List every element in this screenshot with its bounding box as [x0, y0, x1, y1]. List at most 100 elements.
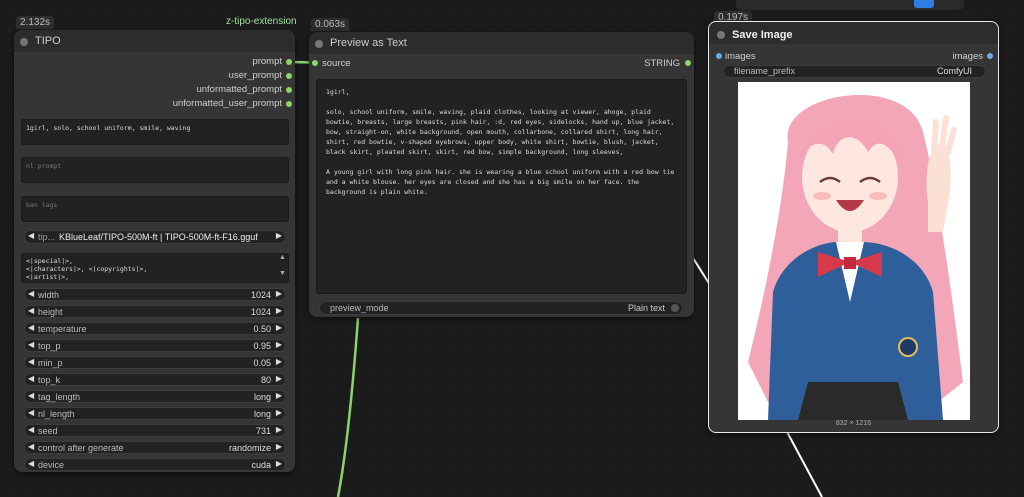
widget-value: cuda	[251, 460, 271, 470]
preview-text-para2: A young girl with long pink hair. she is…	[326, 168, 675, 196]
increment-arrow-icon[interactable]: ▶	[276, 357, 282, 366]
output-user-prompt-label: user_prompt	[228, 70, 282, 81]
decrement-arrow-icon[interactable]: ◀	[28, 425, 34, 434]
widget-label: seed	[38, 426, 58, 436]
increment-arrow-icon[interactable]: ▶	[276, 459, 282, 468]
preview-collapse-dot[interactable]	[315, 40, 323, 48]
source-input-dot[interactable]	[312, 60, 318, 66]
decrement-arrow-icon[interactable]: ◀	[28, 357, 34, 366]
preview-text-area[interactable]: 1girl, solo, school uniform, smile, wavi…	[316, 79, 687, 294]
format-scroll-up[interactable]: ▲	[279, 254, 286, 261]
decrement-arrow-icon[interactable]: ◀	[28, 374, 34, 383]
decrement-arrow-icon[interactable]: ◀	[28, 323, 34, 332]
decrement-arrow-icon[interactable]: ◀	[28, 306, 34, 315]
widget-width[interactable]: ◀ width 1024 ▶	[24, 288, 286, 301]
source-input-label: source	[322, 58, 351, 69]
image-preview[interactable]	[738, 82, 970, 420]
decrement-arrow-icon[interactable]: ◀	[28, 289, 34, 298]
images-output-label: images	[952, 51, 983, 62]
preview-mode-switch[interactable]	[671, 304, 679, 312]
widget-value: 731	[255, 426, 271, 436]
widget-nl-length[interactable]: ◀ nl_length long ▶	[24, 407, 286, 420]
widget-height[interactable]: ◀ height 1024 ▶	[24, 305, 286, 318]
widget-label: height	[38, 307, 63, 317]
increment-arrow-icon[interactable]: ▶	[276, 323, 282, 332]
preview-text-para1: solo, school uniform, smile, waving, pla…	[326, 108, 675, 156]
decrement-arrow-icon[interactable]: ◀	[28, 391, 34, 400]
widget-label: control after generate	[38, 443, 124, 453]
model-next-arrow[interactable]: ▶	[276, 231, 282, 240]
increment-arrow-icon[interactable]: ▶	[276, 306, 282, 315]
output-unformatted-prompt-dot[interactable]	[286, 87, 292, 93]
model-select[interactable]: ◀ tip... KBlueLeaf/TIPO-500M-ft | TIPO-5…	[24, 230, 286, 244]
images-output-dot[interactable]	[987, 53, 993, 59]
tipo-extension-label: z-tipo-extension	[226, 16, 297, 27]
increment-arrow-icon[interactable]: ▶	[276, 374, 282, 383]
save-image-node[interactable]: Save Image images images filename_prefix…	[708, 21, 999, 433]
images-input-dot[interactable]	[716, 53, 722, 59]
output-unformatted-user-prompt-dot[interactable]	[286, 101, 292, 107]
output-prompt-dot[interactable]	[286, 59, 292, 65]
widget-tag-length[interactable]: ◀ tag_length long ▶	[24, 390, 286, 403]
widget-top-k[interactable]: ◀ top_k 80 ▶	[24, 373, 286, 386]
tipo-title-bar[interactable]: TIPO	[14, 30, 295, 52]
increment-arrow-icon[interactable]: ▶	[276, 442, 282, 451]
preview-node[interactable]: Preview as Text source STRING 1girl, sol…	[309, 32, 694, 317]
preview-title-bar[interactable]: Preview as Text	[309, 32, 694, 54]
decrement-arrow-icon[interactable]: ◀	[28, 340, 34, 349]
widget-value: 0.50	[253, 324, 271, 334]
widget-value: 1024	[250, 290, 271, 300]
output-unformatted-prompt-label: unformatted_prompt	[196, 84, 282, 95]
increment-arrow-icon[interactable]: ▶	[276, 289, 282, 298]
output-user-prompt-dot[interactable]	[286, 73, 292, 79]
tipo-title: TIPO	[35, 35, 61, 47]
tags-textarea[interactable]: 1girl, solo, school uniform, smile, wavi…	[21, 119, 289, 145]
widget-label: temperature	[38, 324, 87, 334]
widget-top-p[interactable]: ◀ top_p 0.95 ▶	[24, 339, 286, 352]
widget-seed[interactable]: ◀ seed 731 ▶	[24, 424, 286, 437]
widget-value: randomize	[228, 443, 271, 453]
decrement-arrow-icon[interactable]: ◀	[28, 459, 34, 468]
widget-label: device	[38, 460, 65, 470]
filename-prefix-value: ComfyUI	[936, 66, 972, 76]
widget-control-after-generate[interactable]: ◀ control after generate randomize ▶	[24, 441, 286, 454]
preview-mode-value: Plain text	[627, 303, 665, 313]
increment-arrow-icon[interactable]: ▶	[276, 391, 282, 400]
widget-label: tag_length	[38, 392, 81, 402]
format-textarea[interactable]: <|special|>, <|characters|>, <|copyright…	[21, 253, 289, 283]
model-prev-arrow[interactable]: ◀	[28, 231, 34, 240]
widget-label: top_k	[38, 375, 61, 385]
widget-device[interactable]: ◀ device cuda ▶	[24, 458, 286, 471]
string-output-label: STRING	[644, 58, 680, 69]
increment-arrow-icon[interactable]: ▶	[276, 425, 282, 434]
preview-title: Preview as Text	[330, 37, 407, 49]
widget-label: top_p	[38, 341, 61, 351]
widget-value: 80	[260, 375, 271, 385]
widget-label: min_p	[38, 358, 63, 368]
widget-value: 0.05	[253, 358, 271, 368]
decrement-arrow-icon[interactable]: ◀	[28, 408, 34, 417]
string-output-dot[interactable]	[685, 60, 691, 66]
widget-temperature[interactable]: ◀ temperature 0.50 ▶	[24, 322, 286, 335]
increment-arrow-icon[interactable]: ▶	[276, 340, 282, 349]
save-title-bar[interactable]: Save Image	[709, 22, 998, 44]
save-collapse-dot[interactable]	[717, 31, 725, 39]
tipo-node[interactable]: TIPO prompt user_prompt unformatted_prom…	[14, 30, 295, 472]
widget-min-p[interactable]: ◀ min_p 0.05 ▶	[24, 356, 286, 369]
output-unformatted-user-prompt-label: unformatted_user_prompt	[172, 98, 282, 109]
output-prompt-label: prompt	[252, 56, 282, 67]
tipo-collapse-dot[interactable]	[20, 38, 28, 46]
tipo-time-badge: 2.132s	[16, 16, 55, 29]
preview-mode-label: preview_mode	[330, 303, 389, 313]
widget-label: nl_length	[38, 409, 75, 419]
ban-tags-textarea[interactable]: ban tags	[21, 196, 289, 222]
filename-prefix-field[interactable]: filename_prefix ComfyUI	[723, 65, 986, 78]
nl-prompt-textarea[interactable]: nl prompt	[21, 157, 289, 183]
increment-arrow-icon[interactable]: ▶	[276, 408, 282, 417]
preview-mode-toggle[interactable]: preview_mode Plain text	[319, 301, 683, 315]
save-title: Save Image	[732, 29, 793, 41]
decrement-arrow-icon[interactable]: ◀	[28, 442, 34, 451]
widget-value: 0.95	[253, 341, 271, 351]
widget-label: width	[38, 290, 60, 300]
format-scroll-down[interactable]: ▼	[279, 270, 286, 277]
